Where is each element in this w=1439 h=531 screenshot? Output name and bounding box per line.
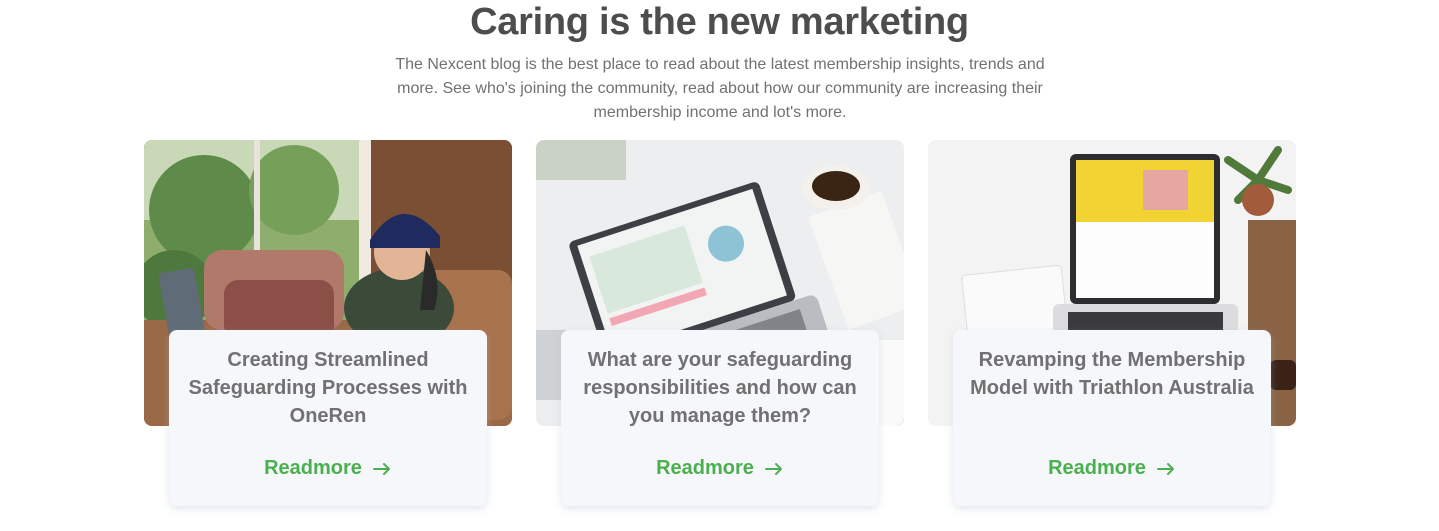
- blog-card-title: Revamping the Membership Model with Tria…: [970, 349, 1254, 399]
- blog-card-title: What are your safeguarding responsibilit…: [583, 349, 857, 427]
- blog-card-content: Revamping the Membership Model with Tria…: [953, 330, 1271, 506]
- readmore-label: Readmore: [656, 457, 754, 479]
- blog-card-title: Creating Streamlined Safeguarding Proces…: [188, 349, 468, 427]
- blog-card-content: What are your safeguarding responsibilit…: [561, 330, 879, 506]
- readmore-link[interactable]: Readmore: [561, 457, 879, 480]
- blog-card-content: Creating Streamlined Safeguarding Proces…: [169, 330, 487, 506]
- blog-card: Revamping the Membership Model with Tria…: [928, 140, 1296, 520]
- section-title: Caring is the new marketing: [470, 1, 969, 43]
- readmore-label: Readmore: [264, 457, 362, 479]
- blog-card: What are your safeguarding responsibilit…: [536, 140, 904, 520]
- arrow-right-icon: [372, 459, 392, 479]
- section-description: The Nexcent blog is the best place to re…: [395, 56, 1045, 121]
- readmore-label: Readmore: [1048, 457, 1146, 479]
- blog-card: Creating Streamlined Safeguarding Proces…: [144, 140, 512, 520]
- readmore-link[interactable]: Readmore: [169, 457, 487, 480]
- readmore-link[interactable]: Readmore: [953, 457, 1271, 480]
- arrow-right-icon: [764, 459, 784, 479]
- arrow-right-icon: [1156, 459, 1176, 479]
